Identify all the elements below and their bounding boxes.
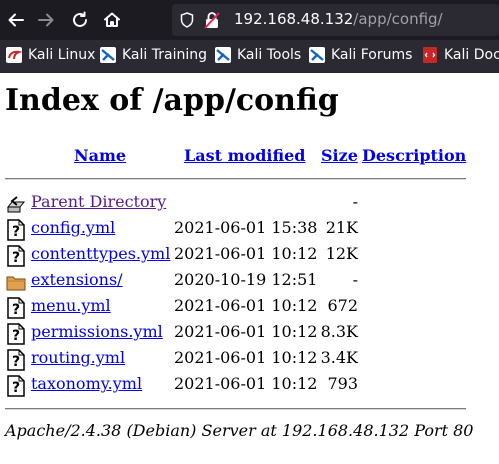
kali-training-icon: [100, 47, 116, 63]
bookmark-label: Kali Docs: [444, 47, 499, 63]
browser-toolbar: 192.168.48.132/app/config/: [0, 0, 499, 40]
header-divider: [5, 178, 466, 180]
bookmark-label: Kali Forums: [331, 47, 413, 63]
table-row: Parent Directory -: [0, 191, 499, 215]
file-link[interactable]: menu.yml: [31, 296, 111, 315]
reload-icon: [73, 11, 87, 27]
file-link[interactable]: extensions/: [31, 270, 123, 289]
bookmark-label: Kali Tools: [237, 47, 302, 63]
svg-text:?: ?: [12, 224, 20, 240]
table-row: ? routing.yml 2021-06-01 10:12 3.4K: [0, 347, 499, 371]
address-bar[interactable]: 192.168.48.132/app/config/: [172, 4, 499, 36]
page-title: Index of /app/config: [5, 83, 339, 118]
shield-icon: [180, 12, 194, 28]
file-link[interactable]: permissions.yml: [31, 322, 163, 341]
file-date: 2021-06-01 10:12: [174, 374, 318, 393]
server-signature: Apache/2.4.38 (Debian) Server at 192.168…: [5, 421, 474, 440]
file-date: 2021-06-01 10:12: [174, 244, 318, 263]
home-button[interactable]: [99, 7, 125, 33]
url-host: 192.168.48.132: [234, 10, 354, 28]
file-date: 2021-06-01 15:38: [174, 218, 318, 237]
unknown-file-icon: ?: [7, 375, 25, 397]
svg-text:?: ?: [12, 250, 20, 266]
column-header-size[interactable]: Size: [321, 146, 358, 165]
column-header-description[interactable]: Description: [362, 146, 466, 165]
kali-docs-icon: [423, 47, 437, 63]
file-size: 21K: [325, 218, 358, 237]
footer-divider: [5, 408, 466, 410]
table-row: ? taxonomy.yml 2021-06-01 10:12 793: [0, 373, 499, 397]
folder-icon: [6, 276, 26, 291]
kali-dragon-icon: [6, 47, 22, 63]
table-row: ? permissions.yml 2021-06-01 10:12 8.3K: [0, 321, 499, 345]
bookmark-kali-training[interactable]: Kali Training: [100, 47, 207, 63]
page-content: Index of /app/config Name Last modified …: [0, 73, 499, 464]
file-date: 2020-10-19 12:51: [174, 270, 318, 289]
svg-text:?: ?: [12, 302, 20, 318]
forward-button[interactable]: [33, 7, 59, 33]
bookmark-kali-forums[interactable]: Kali Forums: [309, 47, 412, 63]
unknown-file-icon: ?: [7, 219, 25, 241]
bookmark-label: Kali Linux: [28, 47, 96, 63]
reload-button[interactable]: [67, 7, 93, 33]
svg-text:?: ?: [12, 354, 20, 370]
table-row: ? contenttypes.yml 2021-06-01 10:12 12K: [0, 243, 499, 267]
forward-arrow-icon: [38, 13, 54, 27]
bookmark-kali-tools[interactable]: Kali Tools: [215, 47, 301, 63]
svg-text:?: ?: [12, 328, 20, 344]
table-row: extensions/ 2020-10-19 12:51 -: [0, 269, 499, 293]
file-date: 2021-06-01 10:12: [174, 348, 318, 367]
unknown-file-icon: ?: [7, 349, 25, 371]
bookmark-label: Kali Training: [122, 47, 207, 63]
unknown-file-icon: ?: [7, 245, 25, 267]
kali-tools-icon: [215, 47, 231, 63]
file-link[interactable]: Parent Directory: [31, 192, 166, 211]
url-path: /app/config/: [353, 10, 443, 28]
file-size: -: [352, 192, 358, 211]
unknown-file-icon: ?: [7, 297, 25, 319]
table-row: ? config.yml 2021-06-01 15:38 21K: [0, 217, 499, 241]
file-link[interactable]: taxonomy.yml: [31, 374, 142, 393]
back-arrow-icon: [8, 13, 24, 27]
kali-forums-icon: [309, 47, 325, 63]
bookmark-kali-docs[interactable]: Kali Docs: [422, 47, 499, 63]
file-link[interactable]: config.yml: [31, 218, 115, 237]
file-link[interactable]: routing.yml: [31, 348, 125, 367]
url-text[interactable]: 192.168.48.132/app/config/: [234, 10, 443, 28]
file-size: -: [352, 270, 358, 289]
back-folder-icon: [6, 196, 26, 213]
home-icon: [104, 12, 120, 27]
bookmarks-bar: Kali Linux Kali Training Kali Tools Kali…: [0, 40, 499, 73]
file-date: 2021-06-01 10:12: [174, 322, 318, 341]
table-row: ? menu.yml 2021-06-01 10:12 672: [0, 295, 499, 319]
svg-text:?: ?: [12, 380, 20, 396]
bookmark-kali-linux[interactable]: Kali Linux: [6, 47, 95, 63]
file-size: 8.3K: [320, 322, 358, 341]
file-size: 3.4K: [320, 348, 358, 367]
back-button[interactable]: [3, 7, 29, 33]
file-link[interactable]: contenttypes.yml: [31, 244, 170, 263]
file-size: 793: [327, 374, 358, 393]
unknown-file-icon: ?: [7, 323, 25, 345]
file-date: 2021-06-01 10:12: [174, 296, 318, 315]
file-size: 672: [327, 296, 358, 315]
column-header-name[interactable]: Name: [74, 146, 126, 165]
file-size: 12K: [325, 244, 358, 263]
column-header-last-modified[interactable]: Last modified: [184, 146, 305, 165]
insecure-lock-icon: [204, 12, 220, 29]
